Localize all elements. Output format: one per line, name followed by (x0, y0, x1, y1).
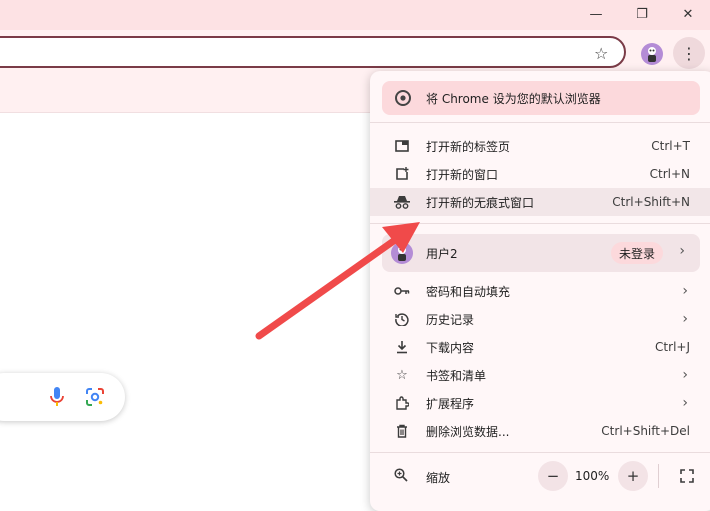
chevron-right-icon: › (682, 395, 688, 411)
menu-item-downloads[interactable]: 下载内容 Ctrl+J (370, 333, 710, 361)
zoom-row: 缩放 − 100% + (370, 461, 710, 493)
profile-name: 用户2 (426, 247, 458, 261)
minus-icon: − (546, 467, 560, 485)
profile-row[interactable]: 用户2 未登录 › (382, 234, 700, 272)
title-bar: — ❐ ✕ (0, 0, 710, 30)
menu-item-new-window[interactable]: 打开新的窗口 Ctrl+N (370, 160, 710, 188)
menu-item-shortcut: Ctrl+Shift+Del (601, 424, 690, 438)
default-browser-label: 将 Chrome 设为您的默认浏览器 (426, 91, 601, 106)
menu-item-new-tab[interactable]: 打开新的标签页 Ctrl+T (370, 132, 710, 160)
minimize-button[interactable]: — (574, 0, 618, 28)
menu-divider (370, 122, 710, 123)
zoom-label: 缩放 (426, 471, 451, 485)
zoom-divider (658, 464, 659, 488)
menu-item-shortcut: Ctrl+J (655, 340, 690, 354)
new-tab-icon (394, 138, 410, 154)
chrome-logo-icon (393, 90, 413, 106)
menu-item-new-incognito-window[interactable]: 打开新的无痕式窗口 Ctrl+Shift+N (370, 188, 710, 216)
menu-item-shortcut: Ctrl+Shift+N (612, 195, 690, 209)
new-window-icon (394, 166, 410, 182)
menu-divider (370, 223, 710, 224)
bookmark-star-icon[interactable]: ☆ (594, 44, 608, 63)
menu-item-label: 删除浏览数据... (426, 424, 510, 439)
fullscreen-icon (680, 469, 694, 483)
plus-icon: + (626, 467, 640, 485)
restore-button[interactable]: ❐ (620, 0, 664, 28)
avatar-icon (398, 246, 406, 261)
menu-item-label: 扩展程序 (426, 396, 475, 411)
menu-item-label: 历史记录 (426, 312, 475, 327)
chevron-right-icon: › (682, 367, 688, 383)
default-browser-banner[interactable]: 将 Chrome 设为您的默认浏览器 (382, 81, 700, 115)
profile-avatar (391, 242, 413, 264)
minimize-icon: — (589, 6, 603, 22)
incognito-icon (394, 194, 410, 210)
voice-search-icon[interactable] (49, 386, 65, 408)
restore-icon: ❐ (636, 6, 648, 22)
chevron-right-icon: › (679, 243, 685, 259)
fullscreen-button[interactable] (672, 461, 702, 491)
menu-item-bookmarks[interactable]: ☆ 书签和清单 › (370, 361, 710, 389)
more-vert-icon: ⋮ (681, 43, 697, 63)
extension-icon (394, 395, 410, 411)
chrome-menu-button[interactable]: ⋮ (673, 37, 705, 69)
menu-item-label: 打开新的窗口 (426, 167, 499, 182)
menu-item-shortcut: Ctrl+N (649, 167, 690, 181)
chevron-right-icon: › (682, 311, 688, 327)
menu-item-label: 打开新的无痕式窗口 (426, 195, 535, 210)
zoom-level: 100% (575, 469, 610, 483)
zoom-in-button[interactable]: + (618, 461, 648, 491)
close-window-button[interactable]: ✕ (666, 0, 710, 28)
signed-out-badge: 未登录 (611, 242, 664, 264)
menu-item-label: 下载内容 (426, 340, 475, 355)
menu-item-label: 打开新的标签页 (426, 139, 511, 154)
history-icon (394, 311, 410, 327)
download-icon (394, 339, 410, 355)
menu-item-label: 密码和自动填充 (426, 284, 511, 299)
menu-divider (370, 452, 710, 453)
menu-item-shortcut: Ctrl+T (651, 139, 690, 153)
address-bar[interactable] (0, 36, 626, 68)
avatar-icon (648, 47, 656, 62)
zoom-out-button[interactable]: − (538, 461, 568, 491)
zoom-icon (394, 468, 408, 486)
star-icon: ☆ (396, 367, 408, 383)
key-icon (394, 283, 410, 299)
lens-search-icon[interactable] (85, 387, 105, 407)
menu-item-label: 书签和清单 (426, 368, 487, 383)
trash-icon (394, 423, 410, 439)
profile-avatar-button[interactable] (641, 43, 663, 65)
chevron-right-icon: › (682, 283, 688, 299)
close-icon: ✕ (682, 6, 694, 22)
menu-item-clear-browsing-data[interactable]: 删除浏览数据... Ctrl+Shift+Del (370, 417, 710, 445)
menu-item-extensions[interactable]: 扩展程序 › (370, 389, 710, 417)
menu-item-history[interactable]: 历史记录 › (370, 305, 710, 333)
chrome-main-menu: 将 Chrome 设为您的默认浏览器 打开新的标签页 Ctrl+T 打开新的窗口… (370, 71, 710, 511)
menu-item-passwords[interactable]: 密码和自动填充 › (370, 277, 710, 305)
